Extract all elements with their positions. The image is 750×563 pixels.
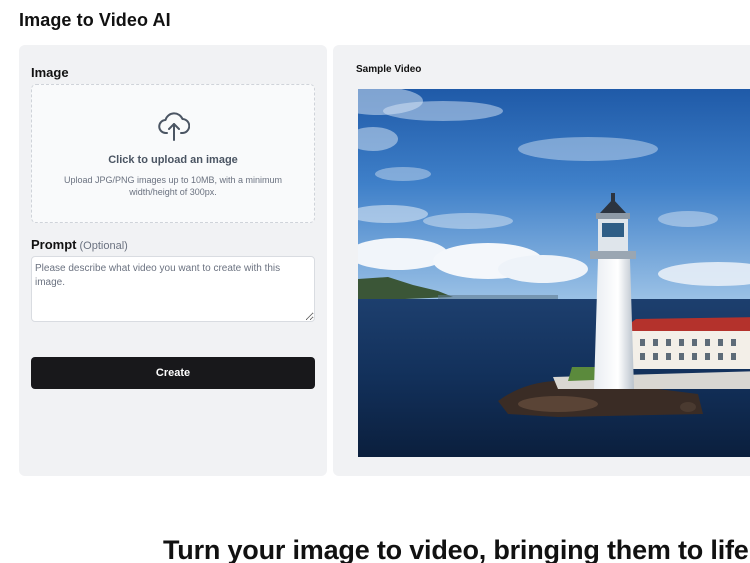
- upload-hint: Upload JPG/PNG images up to 10MB, with a…: [63, 175, 283, 197]
- page: Image to Video AI Image Click to upload …: [0, 0, 750, 563]
- image-upload-dropzone[interactable]: Click to upload an image Upload JPG/PNG …: [31, 84, 315, 223]
- sample-video-thumbnail: [358, 89, 750, 457]
- image-label: Image: [31, 65, 69, 80]
- prompt-optional-tag: (Optional): [79, 240, 128, 252]
- prompt-label: Prompt (Optional): [31, 237, 128, 252]
- sample-video-label: Sample Video: [356, 64, 422, 75]
- prompt-input[interactable]: [31, 256, 315, 322]
- hero-headline: Turn your image to video, bringing them …: [163, 535, 749, 563]
- prompt-label-text: Prompt: [31, 237, 77, 252]
- sample-panel: Sample Video: [333, 45, 750, 476]
- upload-panel: Image Click to upload an image Upload JP…: [19, 45, 327, 476]
- sample-video[interactable]: [358, 89, 750, 457]
- cloud-upload-icon: [158, 112, 190, 141]
- create-button[interactable]: Create: [31, 357, 315, 389]
- page-title: Image to Video AI: [19, 10, 171, 30]
- upload-title: Click to upload an image: [108, 154, 238, 166]
